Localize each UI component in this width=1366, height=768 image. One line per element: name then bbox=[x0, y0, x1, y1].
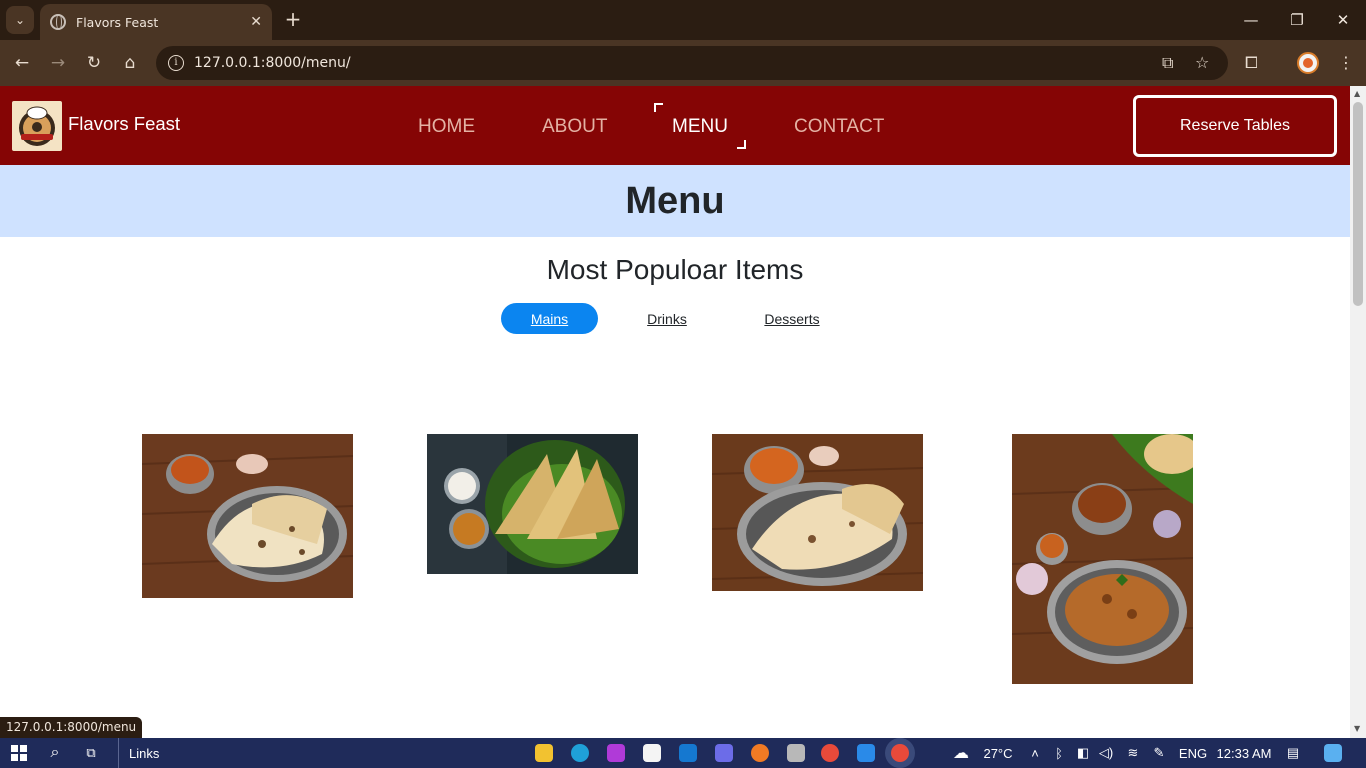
vscode-icon[interactable] bbox=[857, 744, 875, 762]
scrollbar-thumb[interactable] bbox=[1353, 102, 1363, 306]
nav-menu[interactable]: MENU bbox=[672, 116, 728, 138]
store-icon[interactable] bbox=[643, 744, 661, 762]
browser-toolbar: ← → ↻ ⌂ i 127.0.0.1:8000/menu/ ⧉ ☆ ⧠ ⋮ bbox=[0, 40, 1366, 86]
url-text: 127.0.0.1:8000/menu/ bbox=[194, 55, 351, 71]
back-icon[interactable]: ← bbox=[9, 50, 35, 76]
restore-icon[interactable]: ❐ bbox=[1274, 0, 1320, 40]
clock[interactable]: 12:33 AM bbox=[1214, 738, 1274, 768]
tab-mains[interactable]: Mains bbox=[501, 303, 598, 334]
globe-icon bbox=[50, 14, 66, 30]
brand-name[interactable]: Flavors Feast bbox=[68, 113, 180, 135]
new-tab-button[interactable]: + bbox=[282, 8, 304, 30]
close-window-icon[interactable]: ✕ bbox=[1320, 0, 1366, 40]
address-bar[interactable]: i 127.0.0.1:8000/menu/ bbox=[156, 46, 1228, 80]
page-title: Menu bbox=[625, 179, 725, 222]
restaurant-logo[interactable] bbox=[12, 101, 62, 151]
link-status-bubble: 127.0.0.1:8000/menu bbox=[0, 717, 143, 738]
naan-chicken-curry-image[interactable] bbox=[712, 434, 923, 591]
active-nav-corner-top bbox=[654, 103, 663, 112]
chevron-up-icon[interactable]: ˄ bbox=[1026, 738, 1044, 768]
site-header: Flavors Feast HOME ABOUT MENU CONTACT Re… bbox=[0, 86, 1350, 165]
home-icon[interactable]: ⌂ bbox=[117, 50, 143, 76]
edge-icon[interactable] bbox=[571, 744, 589, 762]
active-nav-corner-bottom bbox=[737, 140, 746, 149]
section-title: Most Populoar Items bbox=[546, 254, 804, 285]
reload-icon[interactable]: ↻ bbox=[81, 50, 107, 76]
page-banner: Menu bbox=[0, 165, 1350, 237]
bluetooth-icon[interactable]: ᛒ bbox=[1050, 738, 1068, 768]
scroll-up-icon[interactable]: ▲ bbox=[1354, 89, 1360, 98]
page-scrollbar[interactable]: ▲ ▼ bbox=[1350, 86, 1366, 738]
links-toolbar[interactable]: Links bbox=[118, 738, 159, 768]
chrome-active-icon[interactable] bbox=[891, 744, 909, 762]
app-icon[interactable] bbox=[607, 744, 625, 762]
tab-drinks[interactable]: Drinks bbox=[634, 303, 700, 334]
browser-tab[interactable]: Flavors Feast ✕ bbox=[40, 4, 272, 40]
weather-icon[interactable]: ☁ bbox=[946, 738, 976, 768]
windows-start-icon[interactable] bbox=[8, 738, 30, 768]
volume-icon[interactable]: ◁) bbox=[1097, 738, 1115, 768]
tab-title: Flavors Feast bbox=[76, 14, 159, 30]
translate-icon[interactable]: ⧉ bbox=[1162, 53, 1173, 73]
nav-home[interactable]: HOME bbox=[418, 116, 475, 138]
profile-avatar[interactable] bbox=[1297, 52, 1319, 74]
nav-about[interactable]: ABOUT bbox=[542, 116, 607, 138]
browser-tab-bar: ⌄ Flavors Feast ✕ + — ❐ ✕ bbox=[0, 0, 1366, 40]
forward-icon[interactable]: → bbox=[45, 50, 71, 76]
tab-search-icon[interactable]: ⌄ bbox=[6, 6, 34, 34]
outlook-icon[interactable] bbox=[679, 744, 697, 762]
scroll-down-icon[interactable]: ▼ bbox=[1354, 724, 1360, 733]
extensions-icon[interactable]: ⧠ bbox=[1245, 53, 1258, 73]
search-icon[interactable]: ⌕ bbox=[44, 738, 66, 768]
menu-dots-icon[interactable]: ⋮ bbox=[1338, 53, 1354, 72]
naan-curry-bowl-image[interactable] bbox=[142, 434, 353, 598]
nav-contact[interactable]: CONTACT bbox=[794, 116, 884, 138]
dosa-banana-leaf-image[interactable] bbox=[427, 434, 638, 574]
bookmark-star-icon[interactable]: ☆ bbox=[1195, 53, 1209, 72]
database-icon[interactable] bbox=[787, 744, 805, 762]
site-info-icon[interactable]: i bbox=[168, 55, 184, 71]
tab-desserts[interactable]: Desserts bbox=[756, 303, 828, 334]
weather-temp[interactable]: 27°C bbox=[978, 738, 1018, 768]
biryani-feast-image[interactable] bbox=[1012, 434, 1193, 684]
camera-icon[interactable]: ◧ bbox=[1074, 738, 1092, 768]
copilot-tray-icon[interactable] bbox=[1324, 744, 1342, 762]
wifi-icon[interactable]: ≋ bbox=[1124, 738, 1142, 768]
chrome-icon[interactable] bbox=[821, 744, 839, 762]
pen-icon[interactable]: ✎ bbox=[1150, 738, 1168, 768]
windows-taskbar: ⌕ ⧉ Links ☁ 27°C ˄ ᛒ ◧ ◁) ≋ ✎ ENG 12:33 … bbox=[0, 738, 1366, 768]
page-viewport: Flavors Feast HOME ABOUT MENU CONTACT Re… bbox=[0, 86, 1350, 738]
copilot-icon[interactable] bbox=[715, 744, 733, 762]
file-explorer-icon[interactable] bbox=[535, 744, 553, 762]
minimize-icon[interactable]: — bbox=[1228, 0, 1274, 40]
language-indicator[interactable]: ENG bbox=[1178, 738, 1208, 768]
tab-close-icon[interactable]: ✕ bbox=[250, 14, 262, 30]
reserve-tables-button[interactable]: Reserve Tables bbox=[1133, 95, 1337, 157]
notifications-icon[interactable]: ▤ bbox=[1284, 738, 1302, 768]
firefox-icon[interactable] bbox=[751, 744, 769, 762]
task-view-icon[interactable]: ⧉ bbox=[80, 738, 102, 768]
